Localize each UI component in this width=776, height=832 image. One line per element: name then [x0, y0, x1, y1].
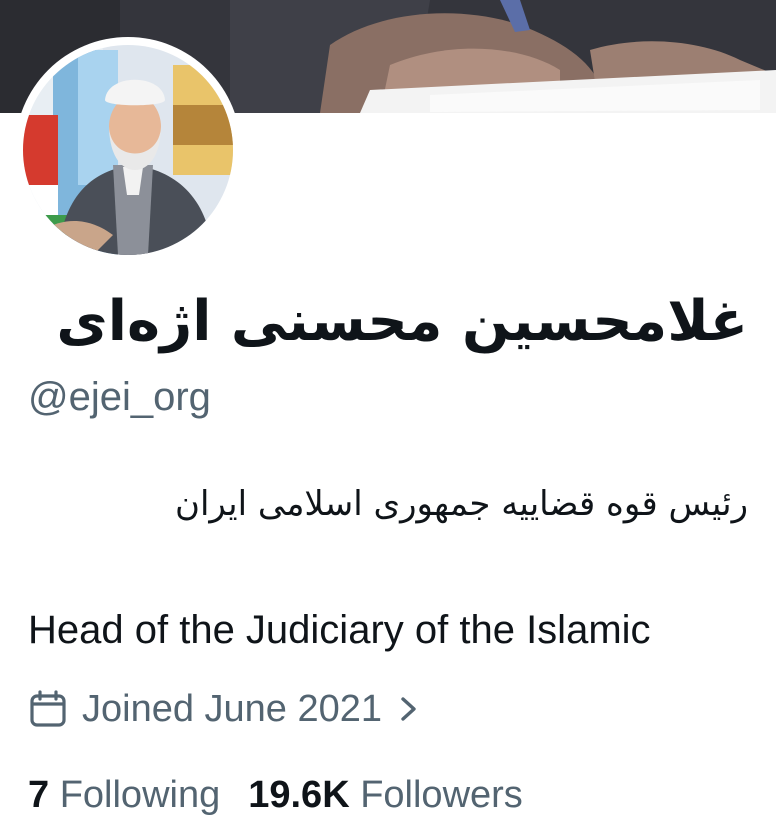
followers-link[interactable]: 19.6K Followers — [248, 774, 523, 817]
avatar[interactable] — [23, 45, 233, 255]
following-count: 7 — [28, 774, 50, 816]
followers-count: 19.6K — [248, 774, 350, 816]
bio-persian: رئیس قوه قضاییه جمهوری اسلامی ایران — [174, 484, 748, 524]
calendar-icon — [30, 690, 66, 727]
joined-date-row[interactable]: Joined June 2021 — [28, 684, 420, 734]
follow-stats: 7 Following 19.6K Followers — [28, 774, 523, 817]
display-name: غلامحسین محسنی اژه‌ای — [56, 289, 748, 354]
joined-date-text: Joined June 2021 — [82, 687, 383, 730]
user-handle: @ejei_org — [28, 375, 211, 419]
avatar-image — [23, 45, 233, 255]
following-link[interactable]: 7 Following — [28, 774, 220, 817]
following-label: Following — [59, 774, 221, 816]
followers-label: Followers — [360, 774, 523, 816]
chevron-right-icon — [401, 697, 416, 721]
bio-english: Head of the Judiciary of the Islamic — [28, 608, 651, 652]
